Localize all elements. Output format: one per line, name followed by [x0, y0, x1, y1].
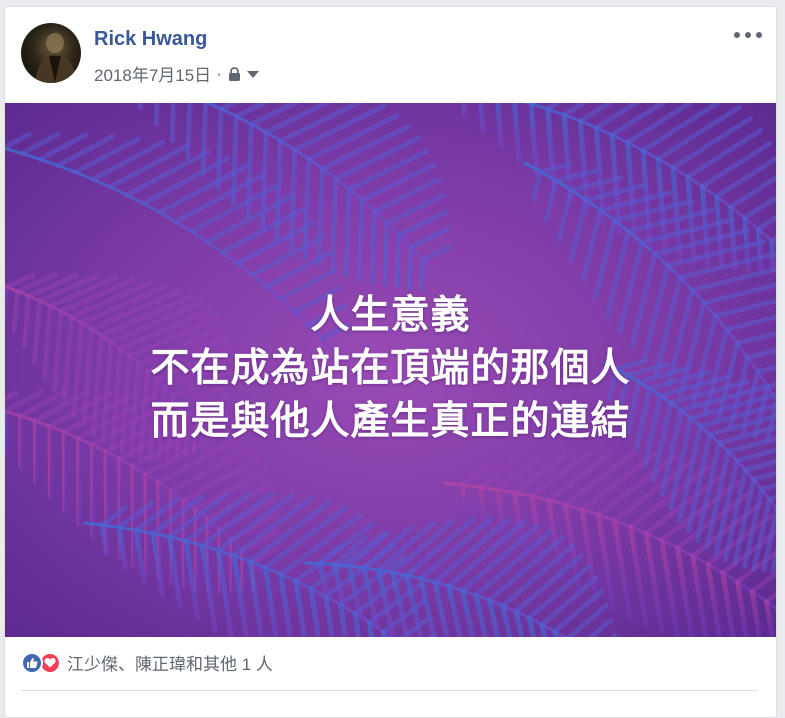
like-icon: [21, 652, 43, 674]
ellipsis-dot: [745, 32, 751, 38]
avatar-silhouette-icon: [21, 23, 81, 83]
divider: [21, 690, 758, 691]
post-header: Rick Hwang 2018年7月15日 ·: [5, 7, 776, 103]
meta-separator: ·: [216, 64, 222, 84]
ellipsis-dot: [756, 32, 762, 38]
quote-line-1: 人生意義: [5, 289, 776, 342]
post-card: Rick Hwang 2018年7月15日 ·: [4, 6, 777, 718]
quote-line-3: 而是與他人產生真正的連結: [5, 395, 776, 448]
avatar[interactable]: [21, 23, 81, 83]
post-image[interactable]: 人生意義 不在成為站在頂端的那個人 而是與他人產生真正的連結: [5, 103, 776, 637]
author-name[interactable]: Rick Hwang: [94, 28, 207, 51]
quote-line-2: 不在成為站在頂端的那個人: [5, 342, 776, 395]
caret-down-icon[interactable]: [247, 71, 259, 79]
post-meta: 2018年7月15日 ·: [94, 61, 259, 86]
post-date[interactable]: 2018年7月15日: [94, 61, 211, 86]
reaction-names[interactable]: 江少傑、陳正瑋和其他 1 人: [67, 650, 273, 675]
reaction-summary[interactable]: 江少傑、陳正瑋和其他 1 人: [21, 650, 273, 675]
post-quote: 人生意義 不在成為站在頂端的那個人 而是與他人產生真正的連結: [5, 289, 776, 448]
ellipsis-dot: [734, 32, 740, 38]
more-options-button[interactable]: [734, 25, 762, 45]
lock-icon: [228, 67, 241, 82]
